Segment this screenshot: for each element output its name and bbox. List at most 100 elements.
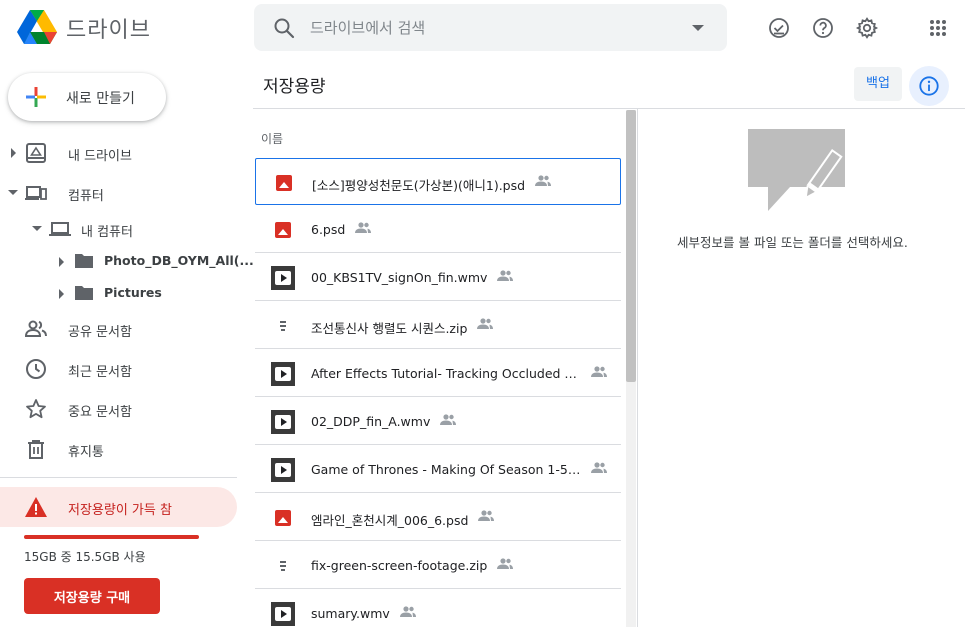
sidebar-item-recent[interactable]: 최근 문서함	[0, 352, 236, 386]
shared-people-icon	[399, 606, 416, 617]
sidebar-item-label: 최근 문서함	[68, 365, 132, 380]
video-thumbnail-icon	[271, 602, 295, 626]
storage-warning-text: 저장용량이 가득 참	[68, 503, 172, 518]
column-header-name[interactable]: 이름	[261, 130, 283, 147]
expand-arrow-icon[interactable]	[59, 257, 64, 267]
clock-icon	[26, 359, 46, 379]
file-row[interactable]: 00_KBS1TV_signOn_fin.wmv	[255, 254, 621, 301]
storage-usage-text: 15GB 중 15.5GB 사용	[24, 550, 146, 564]
sidebar-item-label: 내 드라이브	[68, 149, 132, 164]
shared-people-icon	[477, 318, 494, 329]
zip-file-glyph	[278, 559, 288, 573]
file-row[interactable]: After Effects Tutorial- Tracking Occlude…	[255, 350, 621, 397]
sidebar-item-pictures-folder[interactable]: Pictures	[0, 276, 236, 310]
shared-people-icon	[497, 270, 514, 281]
sidebar-item-my-computer[interactable]: 내 컴퓨터	[0, 212, 236, 246]
drive-logo-icon[interactable]	[17, 10, 57, 44]
sidebar-item-shared[interactable]: 공유 문서함	[0, 312, 236, 346]
image-file-icon	[271, 218, 295, 242]
video-thumbnail	[271, 602, 295, 626]
video-thumbnail-icon	[271, 410, 295, 434]
file-row[interactable]: 조선통신사 행렬도 시퀀스.zip	[255, 302, 621, 349]
sidebar-item-computers[interactable]: 컴퓨터	[0, 176, 236, 210]
play-icon	[275, 271, 291, 285]
details-toggle-button[interactable]	[909, 66, 949, 106]
play-icon	[275, 607, 291, 621]
sidebar-item-photo-db-folder[interactable]: Photo_DB_OYM_All(...	[0, 244, 254, 278]
shared-people-icon	[591, 462, 607, 473]
scrollbar-thumb[interactable]	[626, 110, 636, 382]
sidebar-item-label: 컴퓨터	[68, 189, 104, 204]
sidebar-item-label: 내 컴퓨터	[81, 225, 133, 240]
sidebar-item-label: 공유 문서함	[68, 325, 132, 340]
file-row[interactable]: Game of Thrones - Making Of Season 1-5 V…	[255, 446, 621, 493]
settings-icon	[855, 17, 879, 39]
play-icon	[275, 415, 291, 429]
video-thumbnail-icon	[271, 458, 295, 482]
file-name: 조선통신사 행렬도 시퀀스.zip	[311, 321, 468, 336]
my-drive-icon	[26, 143, 46, 163]
file-row[interactable]: 02_DDP_fin_A.wmv	[255, 398, 621, 445]
expand-arrow-icon[interactable]	[59, 289, 64, 299]
file-name: 00_KBS1TV_signOn_fin.wmv	[311, 270, 488, 285]
file-row[interactable]: sumary.wmv	[255, 590, 621, 627]
help-icon	[813, 18, 833, 38]
page-title: 저장용량	[263, 77, 326, 97]
sidebar-item-label: Pictures	[104, 285, 162, 300]
shared-people-icon	[497, 558, 514, 569]
laptop-icon	[49, 222, 71, 236]
search-options-icon[interactable]	[692, 25, 704, 31]
file-row[interactable]: 엠라인_혼천시계_006_6.psd	[255, 494, 621, 541]
collapse-arrow-icon[interactable]	[32, 226, 42, 231]
search-icon[interactable]	[272, 16, 296, 40]
file-name: 02_DDP_fin_A.wmv	[311, 414, 431, 429]
apps-grid-icon	[930, 20, 946, 36]
play-icon	[275, 367, 291, 381]
file-row[interactable]: fix-green-screen-footage.zip	[255, 542, 621, 589]
file-name: sumary.wmv	[311, 606, 390, 621]
sidebar-item-label: Photo_DB_OYM_All(...	[104, 253, 254, 268]
file-row[interactable]: [소스]평양성천문도(가상본)(애니1).psd	[255, 158, 621, 205]
backup-button[interactable]: 백업	[854, 67, 902, 101]
shared-people-icon	[535, 175, 552, 186]
image-file-glyph	[276, 175, 292, 191]
sidebar-item-my-drive[interactable]: 내 드라이브	[0, 136, 236, 170]
image-file-icon	[272, 171, 296, 195]
ready-offline-button[interactable]	[763, 12, 795, 44]
image-file-icon	[271, 506, 295, 530]
collapse-arrow-icon[interactable]	[8, 190, 18, 195]
search-input[interactable]	[310, 14, 670, 42]
file-name: After Effects Tutorial- Tracking Occlude…	[311, 366, 581, 381]
settings-button[interactable]	[851, 12, 883, 44]
search-box[interactable]	[254, 4, 727, 51]
sidebar-item-trash[interactable]: 휴지통	[0, 432, 236, 466]
file-name: fix-green-screen-footage.zip	[311, 558, 488, 573]
sidebar-item-starred[interactable]: 중요 문서함	[0, 392, 236, 426]
help-button[interactable]	[807, 12, 839, 44]
sidebar-item-label: 중요 문서함	[68, 405, 132, 420]
header-divider	[253, 108, 965, 109]
video-thumbnail	[271, 362, 295, 386]
app-name[interactable]: 드라이브	[66, 12, 151, 44]
file-row[interactable]: 6.psd	[255, 206, 621, 253]
new-button[interactable]: 새로 만들기	[8, 73, 166, 121]
expand-arrow-icon[interactable]	[11, 148, 16, 158]
file-name: 6.psd	[311, 222, 346, 237]
video-thumbnail	[271, 458, 295, 482]
apps-button[interactable]	[922, 12, 954, 44]
shared-people-icon	[478, 510, 495, 521]
trash-icon	[28, 440, 44, 459]
video-thumbnail	[271, 410, 295, 434]
shared-people-icon	[440, 414, 457, 425]
image-file-glyph	[275, 222, 291, 238]
shared-icon	[24, 320, 47, 337]
plus-icon	[26, 87, 46, 107]
buy-storage-button[interactable]: 저장용량 구매	[24, 578, 160, 614]
zip-file-icon	[271, 554, 295, 578]
details-empty-message: 세부정보를 볼 파일 또는 폴더를 선택하세요.	[677, 235, 908, 250]
folder-icon	[75, 254, 93, 268]
shared-people-icon	[355, 222, 372, 233]
storage-full-item[interactable]: 저장용량이 가득 참	[0, 487, 237, 527]
file-name: [소스]평양성천문도(가상본)(애니1).psd	[312, 178, 526, 193]
computers-icon	[25, 186, 47, 200]
